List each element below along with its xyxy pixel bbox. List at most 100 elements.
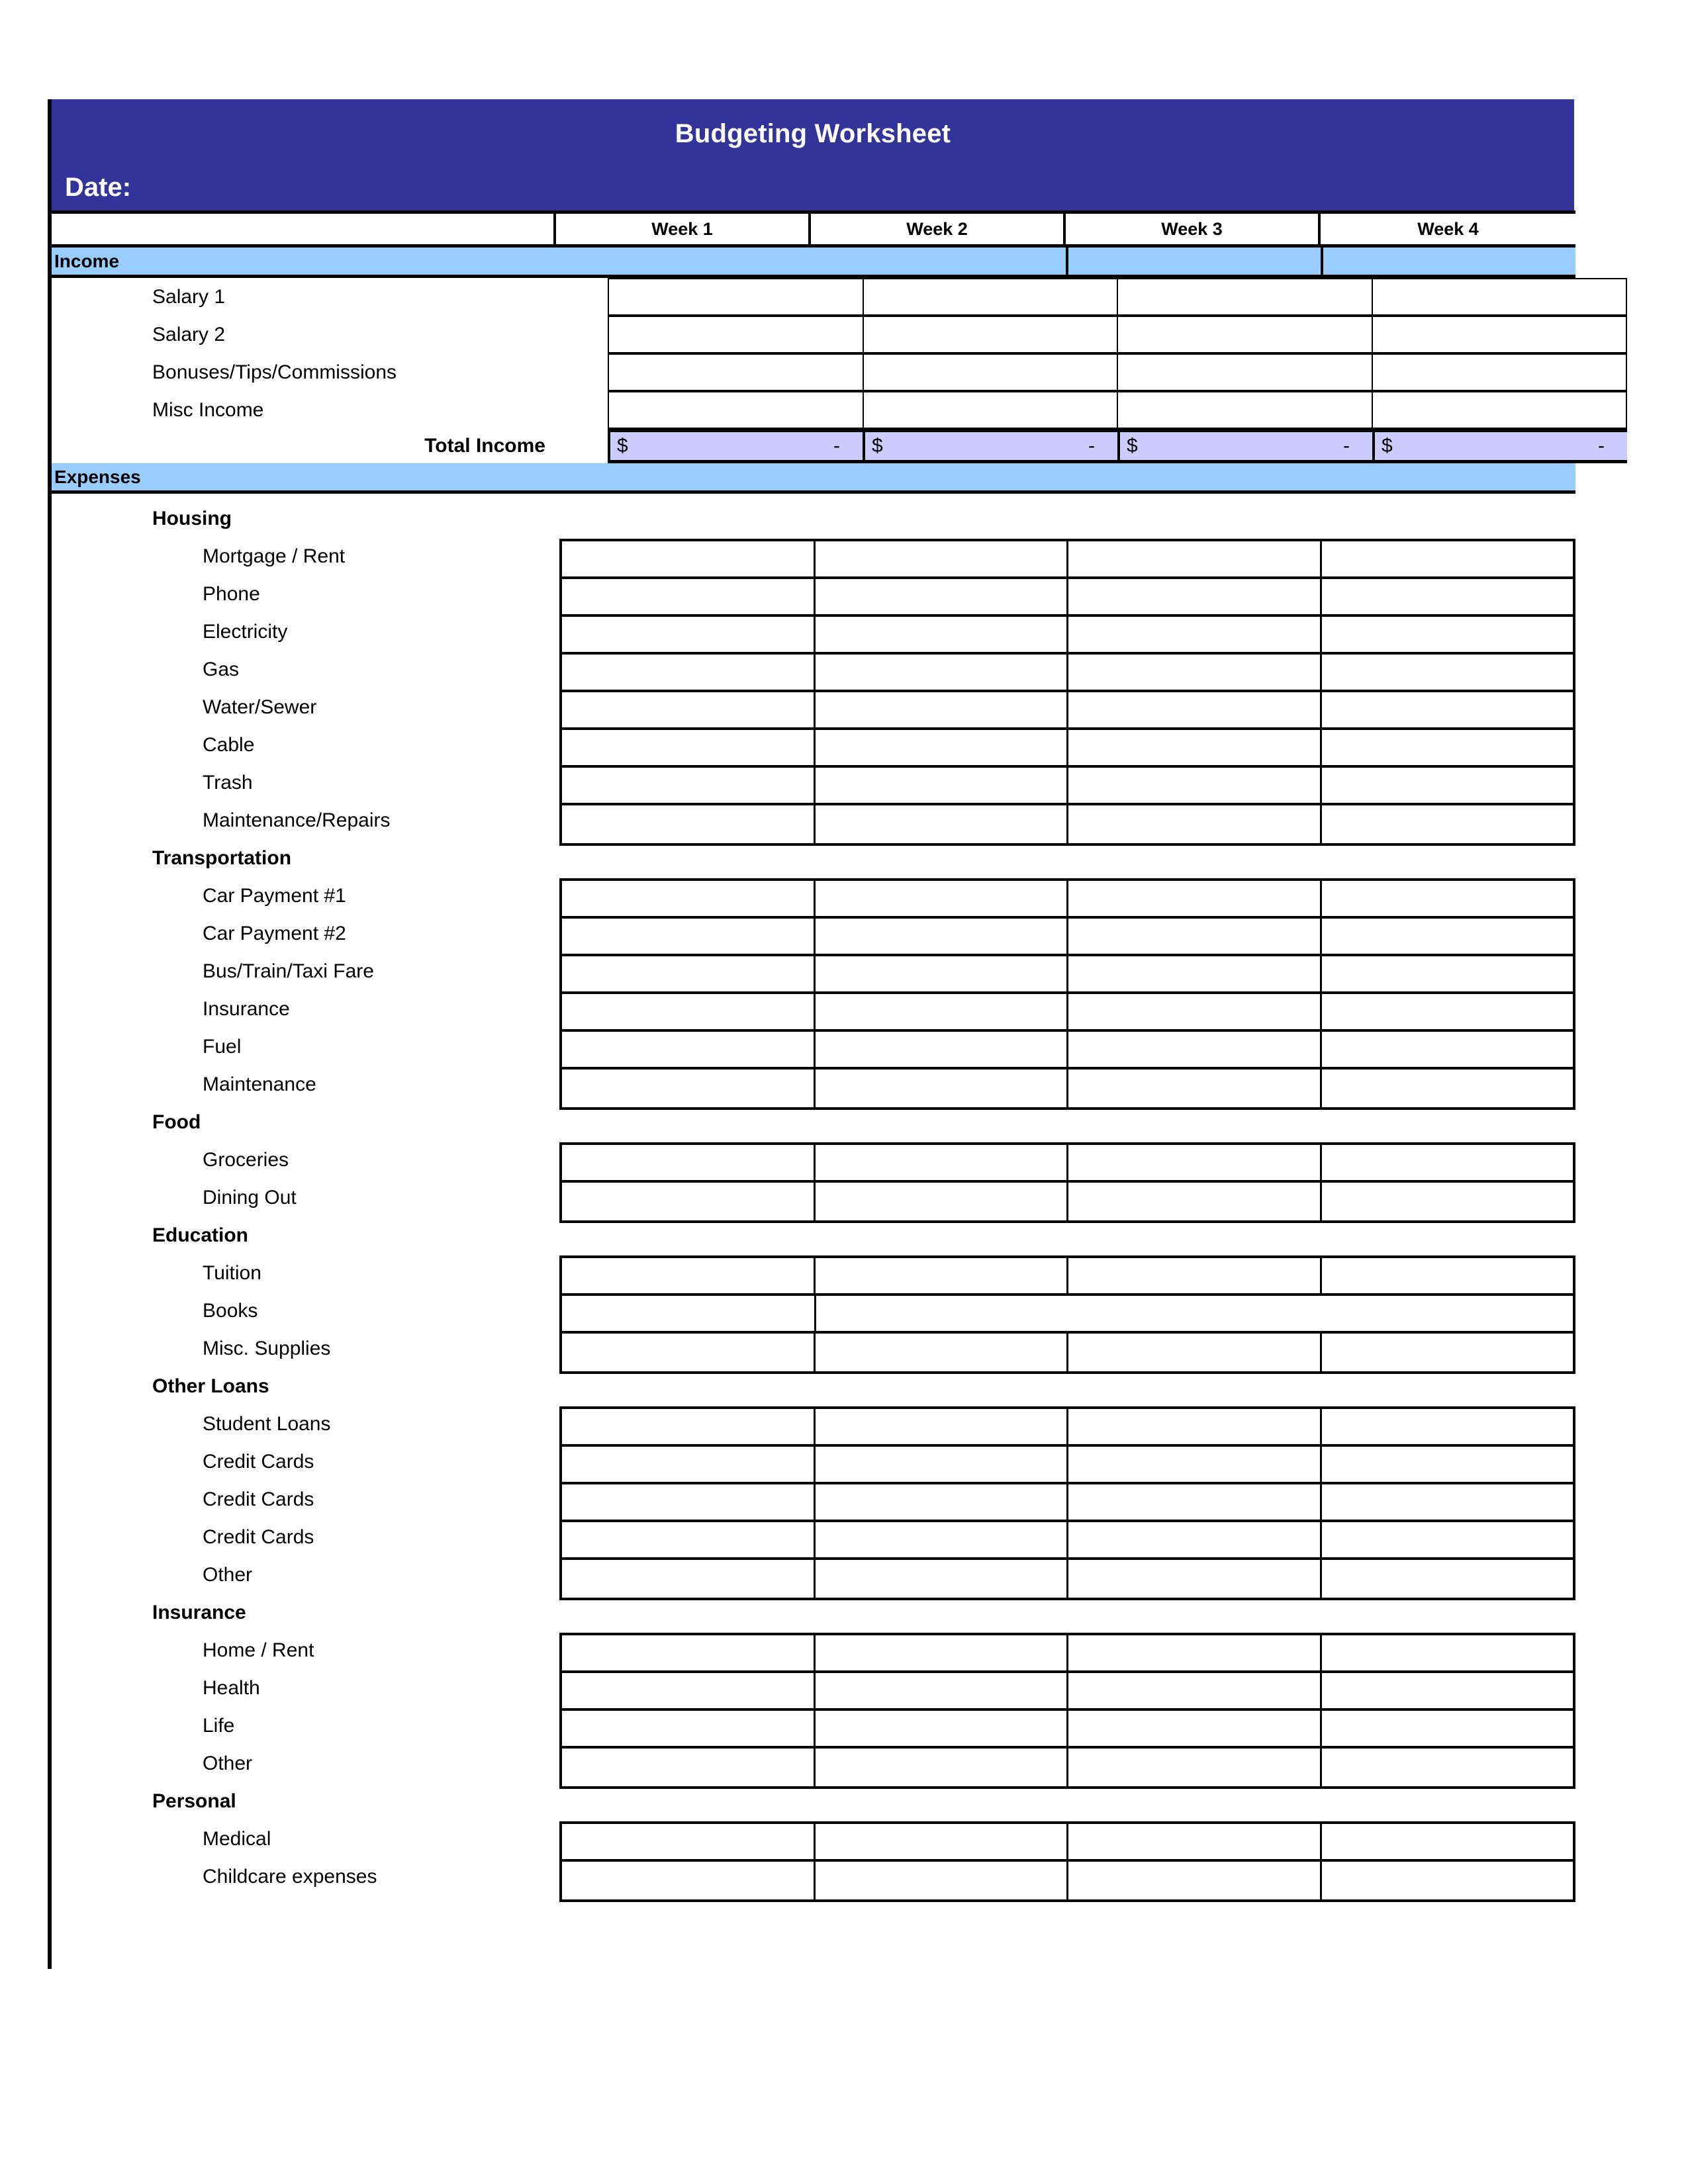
income-entry-cell-week-2[interactable] [862,278,1117,316]
expense-entry-cell-week-4[interactable] [1322,1258,1573,1293]
expense-entry-cell-week-4[interactable] [1322,1711,1573,1746]
expense-entry-cell-week-1[interactable] [562,956,816,991]
expense-entry-cell-week-4[interactable] [1322,919,1573,954]
expense-entry-cell-week-4[interactable] [1322,1032,1573,1067]
expense-entry-cell-week-3[interactable] [1068,1522,1322,1557]
expense-entry-cell-week-4[interactable] [1322,1862,1573,1899]
expense-entry-cell-week-4[interactable] [1322,730,1573,765]
income-entry-cell-week-2[interactable] [862,353,1117,391]
expense-entry-cell-week-2[interactable] [816,1447,1068,1482]
expense-entry-cell-week-3[interactable] [1068,805,1322,843]
expense-entry-cell-week-4[interactable] [1322,994,1573,1029]
expense-entry-cell-week-2[interactable] [816,1673,1068,1708]
expense-entry-cell-week-4[interactable] [1322,881,1573,916]
expense-entry-cell-week-1[interactable] [562,768,816,803]
expense-entry-cell-week-2[interactable] [816,1334,1068,1371]
expense-entry-cell-week-4[interactable] [1322,1635,1573,1670]
expense-entry-cell-week-3[interactable] [1068,579,1322,614]
expense-entry-cell-week-2[interactable] [816,1145,1068,1180]
expense-entry-cell-week-1[interactable] [562,1635,816,1670]
expense-entry-cell-week-3[interactable] [1068,692,1322,727]
expense-entry-cell-week-3[interactable] [1068,541,1322,576]
expense-entry-cell-week-3[interactable] [1068,1334,1322,1371]
expense-entry-cell-week-1[interactable] [562,1409,816,1444]
expense-entry-cell-week-2[interactable] [816,1824,1068,1859]
expense-entry-cell-week-1[interactable] [562,994,816,1029]
expense-entry-cell-week-4[interactable] [1322,1749,1573,1786]
expense-entry-cell-week-2[interactable] [816,1635,1068,1670]
income-entry-cell-week-4[interactable] [1371,391,1627,429]
income-entry-cell-week-1[interactable] [608,353,863,391]
expense-entry-cell-week-1[interactable] [562,1447,816,1482]
expense-entry-cell-week-3[interactable] [1068,1145,1322,1180]
expense-entry-cell-week-1[interactable] [562,1484,816,1520]
expense-entry-cell-week-2[interactable] [816,1069,1068,1107]
expense-entry-cell-week-1[interactable] [562,1296,816,1331]
income-entry-cell-week-1[interactable] [608,316,863,353]
expense-entry-cell-week-1[interactable] [562,579,816,614]
expense-entry-cell-week-2[interactable] [816,655,1068,690]
expense-entry-cell-week-1[interactable] [562,1069,816,1107]
expense-entry-cell-week-4[interactable] [1322,1522,1573,1557]
expense-entry-cell-week-1[interactable] [562,1749,816,1786]
expense-entry-cell-week-3[interactable] [1068,1673,1322,1708]
expense-entry-cell-week-4[interactable] [1322,1334,1573,1371]
expense-entry-cell-week-4[interactable] [1322,1673,1573,1708]
expense-entry-cell-week-1[interactable] [562,1673,816,1708]
expense-entry-cell-week-4[interactable] [1322,1447,1573,1482]
expense-entry-cell-week-2[interactable] [816,956,1068,991]
expense-entry-cell-week-3[interactable] [1068,768,1322,803]
income-entry-cell-week-1[interactable] [608,391,863,429]
expense-entry-cell-week-2[interactable] [816,768,1068,803]
expense-entry-cell-week-1[interactable] [562,1862,816,1899]
income-entry-cell-week-1[interactable] [608,278,863,316]
expense-entry-cell-week-1[interactable] [562,655,816,690]
expense-entry-cell-weeks-2-4[interactable] [816,1296,1573,1331]
income-entry-cell-week-3[interactable] [1117,278,1372,316]
expense-entry-cell-week-4[interactable] [1322,1145,1573,1180]
expense-entry-cell-week-3[interactable] [1068,1258,1322,1293]
expense-entry-cell-week-1[interactable] [562,1522,816,1557]
expense-entry-cell-week-2[interactable] [816,919,1068,954]
expense-entry-cell-week-2[interactable] [816,1484,1068,1520]
expense-entry-cell-week-1[interactable] [562,1183,816,1220]
expense-entry-cell-week-1[interactable] [562,881,816,916]
expense-entry-cell-week-2[interactable] [816,692,1068,727]
expense-entry-cell-week-1[interactable] [562,541,816,576]
expense-entry-cell-week-1[interactable] [562,919,816,954]
expense-entry-cell-week-2[interactable] [816,1862,1068,1899]
income-entry-cell-week-4[interactable] [1371,353,1627,391]
expense-entry-cell-week-1[interactable] [562,1560,816,1598]
expense-entry-cell-week-3[interactable] [1068,881,1322,916]
expense-entry-cell-week-1[interactable] [562,805,816,843]
expense-entry-cell-week-4[interactable] [1322,768,1573,803]
expense-entry-cell-week-3[interactable] [1068,1824,1322,1859]
expense-entry-cell-week-3[interactable] [1068,956,1322,991]
expense-entry-cell-week-2[interactable] [816,541,1068,576]
expense-entry-cell-week-2[interactable] [816,1560,1068,1598]
expense-entry-cell-week-1[interactable] [562,617,816,652]
expense-entry-cell-week-2[interactable] [816,881,1068,916]
expense-entry-cell-week-2[interactable] [816,805,1068,843]
expense-entry-cell-week-2[interactable] [816,1183,1068,1220]
expense-entry-cell-week-3[interactable] [1068,1635,1322,1670]
expense-entry-cell-week-1[interactable] [562,1032,816,1067]
expense-entry-cell-week-3[interactable] [1068,1484,1322,1520]
expense-entry-cell-week-1[interactable] [562,730,816,765]
expense-entry-cell-week-3[interactable] [1068,1560,1322,1598]
expense-entry-cell-week-4[interactable] [1322,692,1573,727]
income-entry-cell-week-3[interactable] [1117,391,1372,429]
expense-entry-cell-week-3[interactable] [1068,1447,1322,1482]
expense-entry-cell-week-4[interactable] [1322,655,1573,690]
expense-entry-cell-week-1[interactable] [562,1824,816,1859]
expense-entry-cell-week-1[interactable] [562,692,816,727]
expense-entry-cell-week-3[interactable] [1068,655,1322,690]
income-entry-cell-week-2[interactable] [862,316,1117,353]
expense-entry-cell-week-1[interactable] [562,1258,816,1293]
income-entry-cell-week-3[interactable] [1117,316,1372,353]
expense-entry-cell-week-1[interactable] [562,1145,816,1180]
expense-entry-cell-week-4[interactable] [1322,956,1573,991]
income-entry-cell-week-2[interactable] [862,391,1117,429]
expense-entry-cell-week-3[interactable] [1068,1032,1322,1067]
expense-entry-cell-week-2[interactable] [816,1032,1068,1067]
